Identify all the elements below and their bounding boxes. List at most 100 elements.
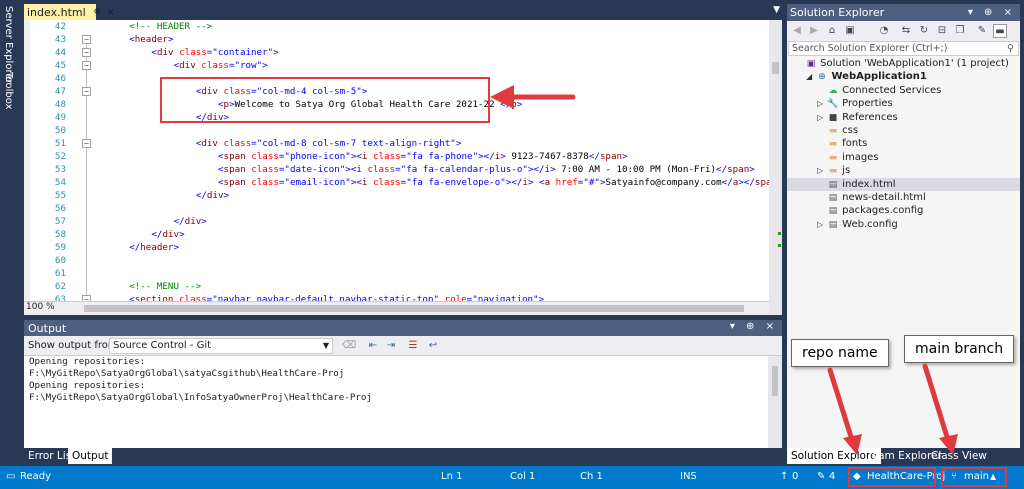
chevron-down-icon[interactable]: ▼ [773,5,780,15]
output-source-select[interactable]: Source Control - Git ▼ [109,338,333,354]
home-icon[interactable]: ⌂ [825,24,839,38]
word-wrap-icon[interactable]: ↩ [426,339,440,352]
expand-chevron-icon[interactable]: ◢ [806,70,816,83]
collapse-all-icon[interactable]: ⊟ [935,24,949,38]
tree-item-label: fonts [839,138,868,150]
switch-views-icon[interactable]: ▣ [843,24,857,38]
output-scrollbar[interactable] [768,356,782,448]
change-marker [778,232,781,235]
pending-changes-icon[interactable]: ◔ [877,24,891,38]
close-icon[interactable]: × [106,7,114,18]
tree-item[interactable]: ▬ css [787,124,1020,137]
code-line[interactable]: 45 − <div class="row"> [24,59,769,72]
back-icon[interactable]: ◀ [790,24,804,38]
status-line: Ln 1 [441,471,463,482]
zoom-level[interactable]: 100 % [26,302,55,312]
expand-chevron-icon[interactable]: ▷ [817,97,827,110]
toolbox-tab[interactable]: Toolbox [3,72,14,110]
editor-tab-bar: index.html ⊕ × ▼ [24,4,782,20]
tree-item[interactable]: ▤ index.html [787,177,1020,191]
expand-chevron-icon[interactable]: ▷ [817,111,827,124]
status-unpublished-count[interactable]: 0 [792,471,798,482]
fold-toggle-icon[interactable]: − [82,48,91,57]
code-line[interactable]: 44 − <div class="container"> [24,46,769,59]
scrollbar-thumb[interactable] [772,366,778,396]
tree-item[interactable]: ▷ 🔧 Properties [787,97,1020,110]
tree-item[interactable]: ☁ Connected Services [787,84,1020,97]
publish-arrow-icon[interactable]: ↑ [780,471,788,482]
tree-item[interactable]: ▬ images [787,151,1020,164]
line-number: 48 [54,99,66,110]
fold-toggle-icon[interactable]: − [82,87,91,96]
pin-icon[interactable]: ⊕ [94,7,102,17]
code-line[interactable]: 60 [24,254,769,267]
line-number: 42 [54,21,66,32]
status-ready: Ready [20,471,52,482]
code-area[interactable]: 42 <!-- HEADER --> 43 − <header> 44 − <div clas… [24,20,769,301]
previous-icon[interactable]: ⇤ [366,339,380,352]
code-line[interactable]: 51 − <div class="col-md-8 col-sm-7 text-al… [24,137,769,150]
code-line[interactable]: 54 <span class="email-icon"><i class="fa … [24,176,769,189]
search-icon: ⚲ [1007,43,1014,54]
line-number: 46 [54,73,66,84]
fold-toggle-icon[interactable]: − [82,35,91,44]
highlight-branch-box [941,467,1007,487]
code-text: <section class="navbar navbar-default na… [129,294,545,301]
code-line[interactable]: 53 <span class="date-icon"><i class="fa f… [24,163,769,176]
code-line[interactable]: 59 </header> [24,241,769,254]
tree-item-label: js [839,165,851,177]
editor-vertical-scrollbar[interactable] [769,20,782,315]
line-number: 56 [54,203,66,214]
tab-class-view[interactable]: Class View [927,448,991,464]
code-line[interactable]: 62 <!-- MENU --> [24,280,769,293]
output-panel: Output ▾ ⊕ × Show output from: Source Co… [24,320,782,448]
properties-icon[interactable]: ✎ [975,24,989,38]
code-line[interactable]: 43 − <header> [24,33,769,46]
forward-icon[interactable]: ▶ [807,24,821,38]
refresh-icon[interactable]: ↻ [917,24,931,38]
find-icon[interactable]: ⌫ [342,339,356,352]
panel-controls[interactable]: ▾ ⊕ × [730,321,778,332]
tree-item[interactable]: ▷ ▤ Web.config [787,218,1020,231]
code-line[interactable]: 42 <!-- HEADER --> [24,20,769,33]
tree-item[interactable]: ▬ fonts [787,137,1020,150]
code-line[interactable]: 55 </div> [24,189,769,202]
solution-explorer: Solution Explorer ▾ ⊕ × ◀ ▶ ⌂ ▣ ◔ ⇆ ↻ ⊟ … [787,4,1020,465]
expand-chevron-icon[interactable]: ▷ [817,218,827,231]
tree-item[interactable]: ◢ ⊕ WebApplication1 [787,70,1020,83]
scrollbar-thumb[interactable] [772,62,779,74]
pencil-icon[interactable]: ✎ [817,471,825,482]
show-all-files-icon[interactable]: ❐ [953,24,967,38]
code-line[interactable]: 52 <span class="phone-icon"><i class="fa … [24,150,769,163]
tree-item[interactable]: ▣ Solution 'WebApplication1' (1 project) [787,57,1020,70]
code-line[interactable]: 57 </div> [24,215,769,228]
code-text: <!-- MENU --> [129,281,202,292]
tab-output[interactable]: Output [68,448,113,464]
solution-bottom-tabs: Solution Explore Team Explorer Class Vie… [787,448,1020,465]
clear-all-icon[interactable]: ☰ [406,339,420,352]
fold-toggle-icon[interactable]: − [82,139,91,148]
expand-chevron-icon[interactable]: ▷ [817,164,827,177]
code-line[interactable]: 56 [24,202,769,215]
code-line[interactable]: 61 [24,267,769,280]
tab-index-html[interactable]: index.html ⊕ × [24,4,115,20]
folder-icon: ▬ [828,152,838,163]
sync-icon[interactable]: ⇆ [899,24,913,38]
line-number: 60 [54,255,66,266]
tree-item[interactable]: ▤ packages.config [787,204,1020,217]
code-text: <div class="row"> [173,60,268,71]
preview-icon[interactable]: ▬ [993,24,1007,38]
tree-item[interactable]: ▷ ▬ js [787,164,1020,177]
next-icon[interactable]: ⇥ [384,339,398,352]
code-line[interactable]: 50 [24,124,769,137]
output-text[interactable]: Opening repositories: F:\MyGitRepo\Satya… [24,356,768,448]
tree-item[interactable]: ▤ news-detail.html [787,191,1020,204]
fold-toggle-icon[interactable]: − [82,61,91,70]
code-line[interactable]: 63− <section class="navbar navbar-default… [24,293,769,301]
tree-item[interactable]: ▷ ■ References [787,111,1020,124]
code-line[interactable]: 58 </div> [24,228,769,241]
horizontal-scrollbar-thumb[interactable] [84,305,744,312]
status-changes-count[interactable]: 4 [829,471,835,482]
solution-search-input[interactable]: Search Solution Explorer (Ctrl+;) ⚲ [788,41,1019,56]
panel-controls[interactable]: ▾ ⊕ × [968,4,1016,21]
